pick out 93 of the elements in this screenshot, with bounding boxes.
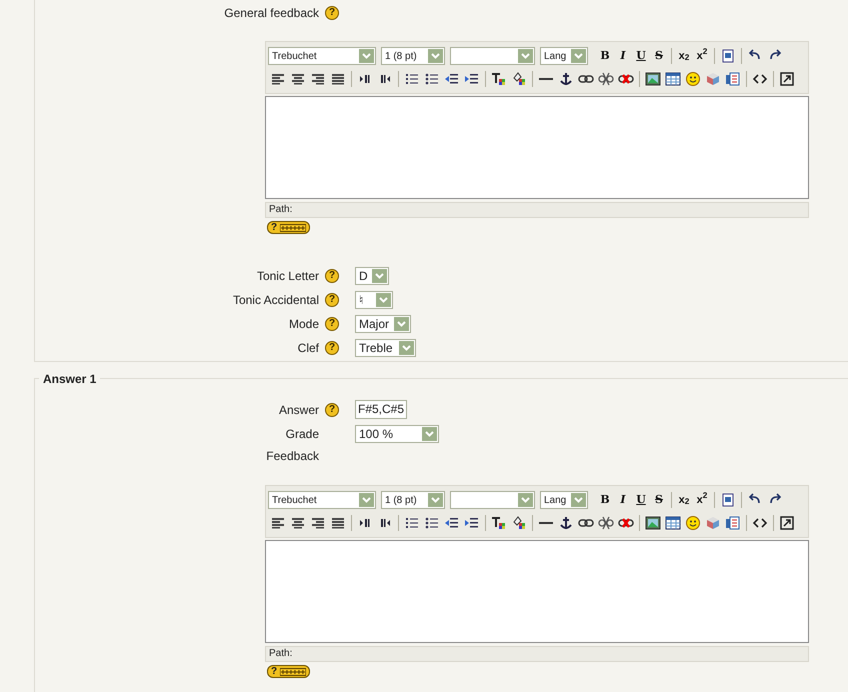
chevron-icon bbox=[428, 49, 443, 63]
document-icon[interactable] bbox=[725, 515, 741, 531]
justify-icon[interactable] bbox=[330, 515, 346, 531]
chevron-icon bbox=[422, 426, 437, 440]
chevron-icon bbox=[394, 316, 409, 330]
help-icon[interactable]: ? bbox=[325, 402, 339, 416]
field-label: Clef bbox=[296, 340, 319, 356]
dropdown[interactable]: Trebuchet bbox=[268, 491, 376, 509]
expand-icon[interactable] bbox=[779, 515, 795, 531]
bullet-list-icon[interactable] bbox=[424, 515, 440, 531]
chevron-icon bbox=[518, 493, 533, 507]
ordered-list-icon[interactable] bbox=[404, 71, 420, 87]
bold-button[interactable]: B bbox=[596, 491, 614, 509]
underline-button[interactable]: U bbox=[632, 47, 650, 65]
document-icon[interactable] bbox=[720, 492, 736, 508]
field-label: Mode bbox=[288, 316, 319, 332]
dropdown[interactable]: Trebuchet bbox=[268, 47, 376, 65]
dropdown[interactable]: 100 % bbox=[355, 424, 439, 442]
document-icon[interactable] bbox=[720, 48, 736, 64]
text-area[interactable] bbox=[265, 540, 809, 643]
chevron-icon bbox=[399, 340, 414, 354]
bullet-list-icon[interactable] bbox=[424, 71, 440, 87]
chevron-icon bbox=[376, 292, 391, 306]
keyboard-icon bbox=[280, 224, 306, 232]
chevron-icon bbox=[359, 493, 374, 507]
dropdown[interactable]: ♮ bbox=[355, 290, 393, 308]
dropdown[interactable]: Lang bbox=[540, 491, 588, 509]
dropdown[interactable]: Treble bbox=[355, 338, 416, 356]
chevron-icon bbox=[518, 49, 533, 63]
help-icon[interactable]: ? bbox=[325, 340, 339, 354]
path-label: Path: bbox=[269, 648, 292, 659]
broken-chain-icon[interactable] bbox=[598, 71, 614, 87]
dropdown[interactable]: 1 (8 pt) bbox=[381, 491, 445, 509]
ordered-list-icon[interactable] bbox=[404, 515, 420, 531]
help-icon[interactable]: ? bbox=[325, 316, 339, 330]
align-left-icon[interactable] bbox=[270, 515, 286, 531]
text-color-icon[interactable] bbox=[491, 515, 507, 531]
field-label: General feedback bbox=[223, 4, 319, 22]
chevron-icon bbox=[372, 268, 387, 282]
dropdown[interactable]: Lang bbox=[540, 47, 588, 65]
align-center-icon[interactable] bbox=[290, 71, 306, 87]
text-area[interactable] bbox=[265, 96, 809, 199]
align-right-icon[interactable] bbox=[310, 515, 326, 531]
sub-button[interactable]: x$_{2}$ bbox=[675, 47, 693, 65]
paint-bucket-icon[interactable] bbox=[511, 515, 527, 531]
chevron-icon bbox=[428, 493, 443, 507]
sub-button[interactable]: x$_{2}$ bbox=[675, 491, 693, 509]
justify-icon[interactable] bbox=[330, 71, 346, 87]
chevron-icon bbox=[359, 49, 374, 63]
help-icon[interactable]: ? bbox=[325, 292, 339, 306]
image-icon[interactable] bbox=[645, 515, 661, 531]
field-label: Grade bbox=[284, 426, 319, 442]
keyboard-help-badge[interactable]: ? bbox=[267, 221, 310, 234]
paint-bucket-icon[interactable] bbox=[511, 71, 527, 87]
sup-button[interactable]: x$^{2}$ bbox=[693, 491, 711, 509]
italic-button[interactable]: I bbox=[614, 491, 632, 509]
text-color-icon[interactable] bbox=[491, 71, 507, 87]
document-icon[interactable] bbox=[725, 71, 741, 87]
field-label: Answer bbox=[278, 402, 319, 418]
align-left-icon[interactable] bbox=[270, 71, 286, 87]
field-label: Feedback bbox=[265, 448, 319, 464]
align-right-icon[interactable] bbox=[310, 71, 326, 87]
keyboard-help-badge[interactable]: ? bbox=[267, 665, 310, 678]
image-icon[interactable] bbox=[645, 71, 661, 87]
anchor-icon[interactable] bbox=[558, 71, 574, 87]
help-icon[interactable]: ? bbox=[325, 268, 339, 282]
path-label: Path: bbox=[269, 204, 292, 215]
italic-button[interactable]: I bbox=[614, 47, 632, 65]
strike-button[interactable]: S bbox=[650, 47, 668, 65]
anchor-icon[interactable] bbox=[558, 515, 574, 531]
underline-button[interactable]: U bbox=[632, 491, 650, 509]
help-mark: ? bbox=[271, 666, 278, 676]
help-icon[interactable]: ? bbox=[325, 6, 339, 20]
field-label: Tonic Accidental bbox=[232, 292, 319, 308]
dropdown[interactable]: 1 (8 pt) bbox=[381, 47, 445, 65]
dropdown[interactable]: D bbox=[355, 266, 389, 284]
help-mark: ? bbox=[271, 222, 278, 232]
smiley-icon[interactable] bbox=[685, 515, 701, 531]
keyboard-icon bbox=[280, 668, 306, 676]
answer-input[interactable]: F#5,C#5 bbox=[355, 400, 408, 419]
chevron-icon bbox=[571, 493, 586, 507]
field-label: Tonic Letter bbox=[256, 268, 319, 284]
chevron-icon bbox=[571, 49, 586, 63]
broken-chain-icon[interactable] bbox=[598, 515, 614, 531]
align-center-icon[interactable] bbox=[290, 515, 306, 531]
strike-button[interactable]: S bbox=[650, 491, 668, 509]
table-icon[interactable] bbox=[665, 515, 681, 531]
bold-button[interactable]: B bbox=[596, 47, 614, 65]
sup-button[interactable]: x$^{2}$ bbox=[693, 47, 711, 65]
expand-icon[interactable] bbox=[779, 71, 795, 87]
table-icon[interactable] bbox=[665, 71, 681, 87]
smiley-icon[interactable] bbox=[685, 71, 701, 87]
dropdown[interactable]: Major bbox=[355, 314, 411, 332]
